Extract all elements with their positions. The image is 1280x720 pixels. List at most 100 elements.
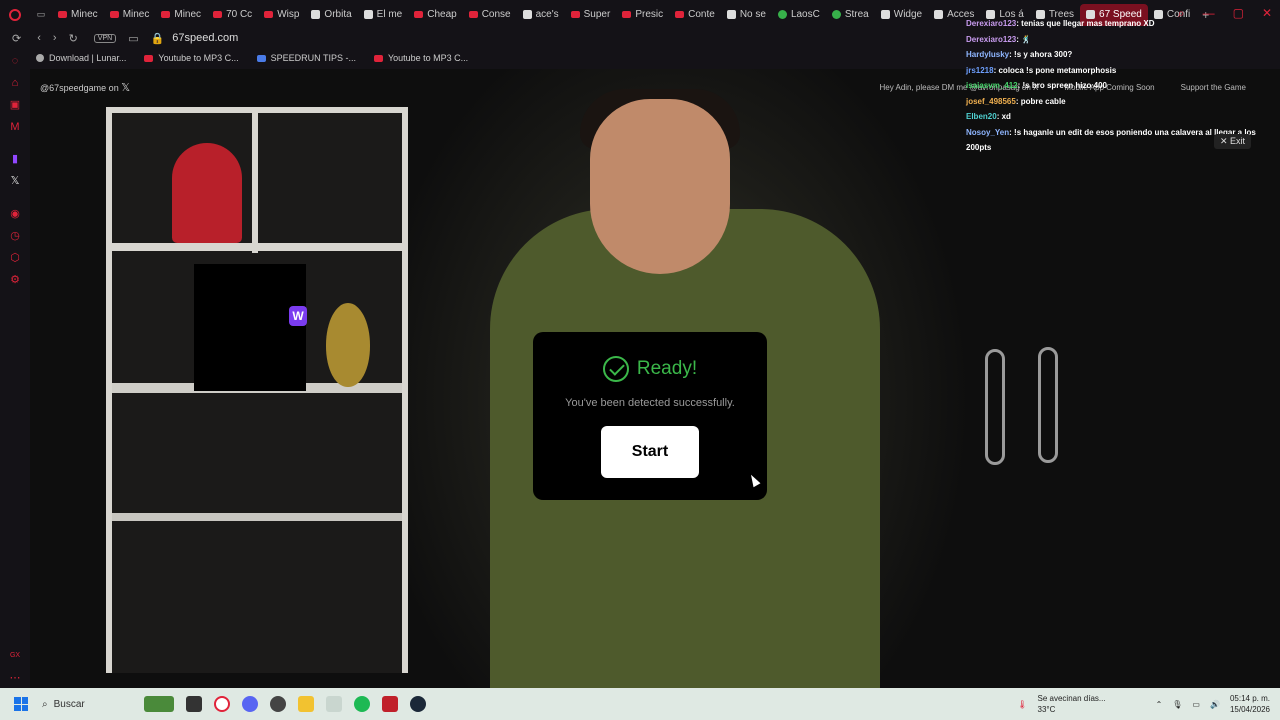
tab-15[interactable]: Strea bbox=[826, 4, 875, 26]
chat-username[interactable]: Derexiaro123 bbox=[966, 19, 1016, 28]
history-icon[interactable]: ◷ bbox=[9, 230, 21, 242]
reload-button[interactable]: ↻ bbox=[69, 32, 78, 45]
more-icon[interactable]: ⋯ bbox=[9, 672, 21, 684]
file-explorer-icon[interactable] bbox=[298, 696, 314, 712]
clock[interactable]: 05:14 p. m. 15/04/2026 bbox=[1230, 693, 1270, 715]
youtube-icon bbox=[213, 11, 223, 18]
widgets-icon[interactable] bbox=[144, 696, 174, 712]
door-handle bbox=[1038, 347, 1058, 463]
back-button[interactable]: ‹ bbox=[37, 32, 41, 44]
gmail-icon[interactable]: M bbox=[9, 121, 21, 133]
tray-chevron-icon[interactable]: ⌃ bbox=[1156, 700, 1163, 709]
bookmark-3[interactable]: Youtube to MP3 C... bbox=[373, 53, 468, 63]
tab-9[interactable]: ace's bbox=[517, 4, 565, 26]
game-app-icon[interactable] bbox=[382, 696, 398, 712]
chat-username[interactable]: josef_498565 bbox=[966, 97, 1016, 106]
windows-start-icon[interactable] bbox=[14, 697, 28, 711]
page-header-handle[interactable]: @67speedgame on 𝕏 bbox=[40, 81, 130, 94]
chat-message: Elben20: xd bbox=[966, 109, 1266, 125]
forward-button[interactable]: › bbox=[53, 32, 57, 44]
tab-4[interactable]: Wisp bbox=[258, 4, 305, 26]
bookmark-1[interactable]: Youtube to MP3 C... bbox=[144, 53, 239, 63]
youtube-icon bbox=[622, 11, 632, 18]
tab-10[interactable]: Super bbox=[565, 4, 617, 26]
bookmark-0[interactable]: Download | Lunar... bbox=[36, 53, 126, 63]
chat-username[interactable]: jrs1218 bbox=[966, 66, 994, 75]
reload-icon-sidebar[interactable]: ⟳ bbox=[12, 32, 21, 45]
tab-13[interactable]: No se bbox=[721, 4, 772, 26]
aria-icon[interactable]: ◌ bbox=[9, 55, 21, 67]
tab-label: Conte bbox=[688, 9, 715, 20]
tab-11[interactable]: Presic bbox=[616, 4, 669, 26]
tab-5[interactable]: Orbita bbox=[305, 4, 357, 26]
tab-label: Super bbox=[583, 9, 611, 20]
site-icon bbox=[363, 10, 373, 19]
chat-message: isaiasvm_412: !s bro spreen hizo 400 bbox=[966, 78, 1266, 94]
opera-menu-button[interactable] bbox=[0, 8, 30, 21]
settings-icon[interactable]: ⚙ bbox=[9, 274, 21, 286]
webcam-app-icon: W bbox=[289, 306, 307, 326]
discord-icon[interactable] bbox=[242, 696, 258, 712]
steam-icon[interactable] bbox=[410, 696, 426, 712]
tab-1[interactable]: Minec bbox=[104, 4, 156, 26]
volume-icon[interactable]: 🔊 bbox=[1210, 700, 1220, 709]
tab-16[interactable]: Widge bbox=[875, 4, 928, 26]
youtube-icon bbox=[675, 11, 685, 18]
obs-icon[interactable] bbox=[270, 696, 286, 712]
tab-label: ace's bbox=[535, 9, 559, 20]
chat-username[interactable]: Derexiaro123 bbox=[966, 35, 1016, 44]
tab-label: Strea bbox=[844, 9, 869, 20]
tab-7[interactable]: Cheap bbox=[408, 4, 462, 26]
microphone-icon[interactable]: 🎙 bbox=[1172, 700, 1182, 709]
tab-label: No se bbox=[739, 9, 766, 20]
network-icon[interactable]: ▭ bbox=[1192, 700, 1200, 709]
url-field[interactable]: 67speed.com bbox=[172, 32, 238, 44]
golden-egg bbox=[326, 303, 370, 387]
messenger-icon[interactable]: ▣ bbox=[9, 99, 21, 111]
yt-icon bbox=[373, 54, 383, 62]
youtube-icon bbox=[570, 11, 580, 18]
start-button[interactable]: Start bbox=[601, 426, 699, 478]
chat-username[interactable]: Hardylusky bbox=[966, 50, 1009, 59]
chat-message: jrs1218: coloca !s pone metamorphosis bbox=[966, 63, 1266, 79]
tab-label: Cheap bbox=[427, 9, 457, 20]
task-view-icon[interactable] bbox=[186, 696, 202, 712]
bookmark-2[interactable]: SPEEDRUN TIPS -... bbox=[256, 53, 356, 63]
site-icon bbox=[880, 10, 890, 19]
vpn-badge[interactable]: VPN bbox=[93, 33, 117, 43]
chat-username[interactable]: isaiasvm_412 bbox=[966, 81, 1018, 90]
tab-label: Presic bbox=[635, 9, 664, 20]
tab-overview-icon[interactable]: ▭ bbox=[30, 9, 52, 20]
chat-username[interactable]: Elben20 bbox=[966, 112, 997, 121]
opera-taskbar-icon[interactable] bbox=[214, 696, 230, 712]
camera-icon[interactable]: ▭ bbox=[128, 32, 138, 45]
tab-14[interactable]: LaosC bbox=[772, 4, 826, 26]
tab-8[interactable]: Conse bbox=[463, 4, 517, 26]
ready-dialog: Ready! You've been detected successfully… bbox=[533, 332, 767, 500]
chat-message: josef_498565: pobre cable bbox=[966, 94, 1266, 110]
tab-3[interactable]: 70 Cc bbox=[207, 4, 258, 26]
gx-icon[interactable]: GX bbox=[9, 650, 21, 662]
x-icon[interactable]: 𝕏 bbox=[9, 175, 21, 187]
check-circle-icon bbox=[602, 356, 629, 382]
tab-6[interactable]: El me bbox=[358, 4, 409, 26]
taskbar: ⌕ Buscar 🌡 Se avecinan días... 33°C ⌃ 🎙 … bbox=[0, 688, 1280, 720]
weather-widget[interactable]: Se avecinan días... 33°C bbox=[1038, 693, 1106, 715]
bag-icon[interactable]: ⌂ bbox=[9, 77, 21, 89]
xbox-icon[interactable] bbox=[326, 696, 342, 712]
extensions-icon[interactable]: ⬡ bbox=[9, 252, 21, 264]
tab-label: Orbita bbox=[324, 9, 352, 20]
doc-icon bbox=[256, 54, 266, 62]
tab-0[interactable]: Minec bbox=[52, 4, 104, 26]
player-icon[interactable]: ◉ bbox=[9, 208, 21, 220]
kick-icon bbox=[831, 10, 841, 19]
chat-text: : !s y ahora 300? bbox=[1009, 50, 1073, 59]
taskbar-search[interactable]: ⌕ Buscar bbox=[42, 699, 132, 710]
spotify-icon[interactable] bbox=[354, 696, 370, 712]
tab-12[interactable]: Conte bbox=[669, 4, 721, 26]
tab-2[interactable]: Minec bbox=[155, 4, 207, 26]
weather-icon: 🌡 bbox=[1017, 699, 1028, 709]
exit-button[interactable]: ✕ Exit bbox=[1214, 134, 1252, 149]
chat-username[interactable]: Nosoy_Yen bbox=[966, 128, 1009, 137]
twitch-icon[interactable]: ▮ bbox=[9, 153, 21, 165]
